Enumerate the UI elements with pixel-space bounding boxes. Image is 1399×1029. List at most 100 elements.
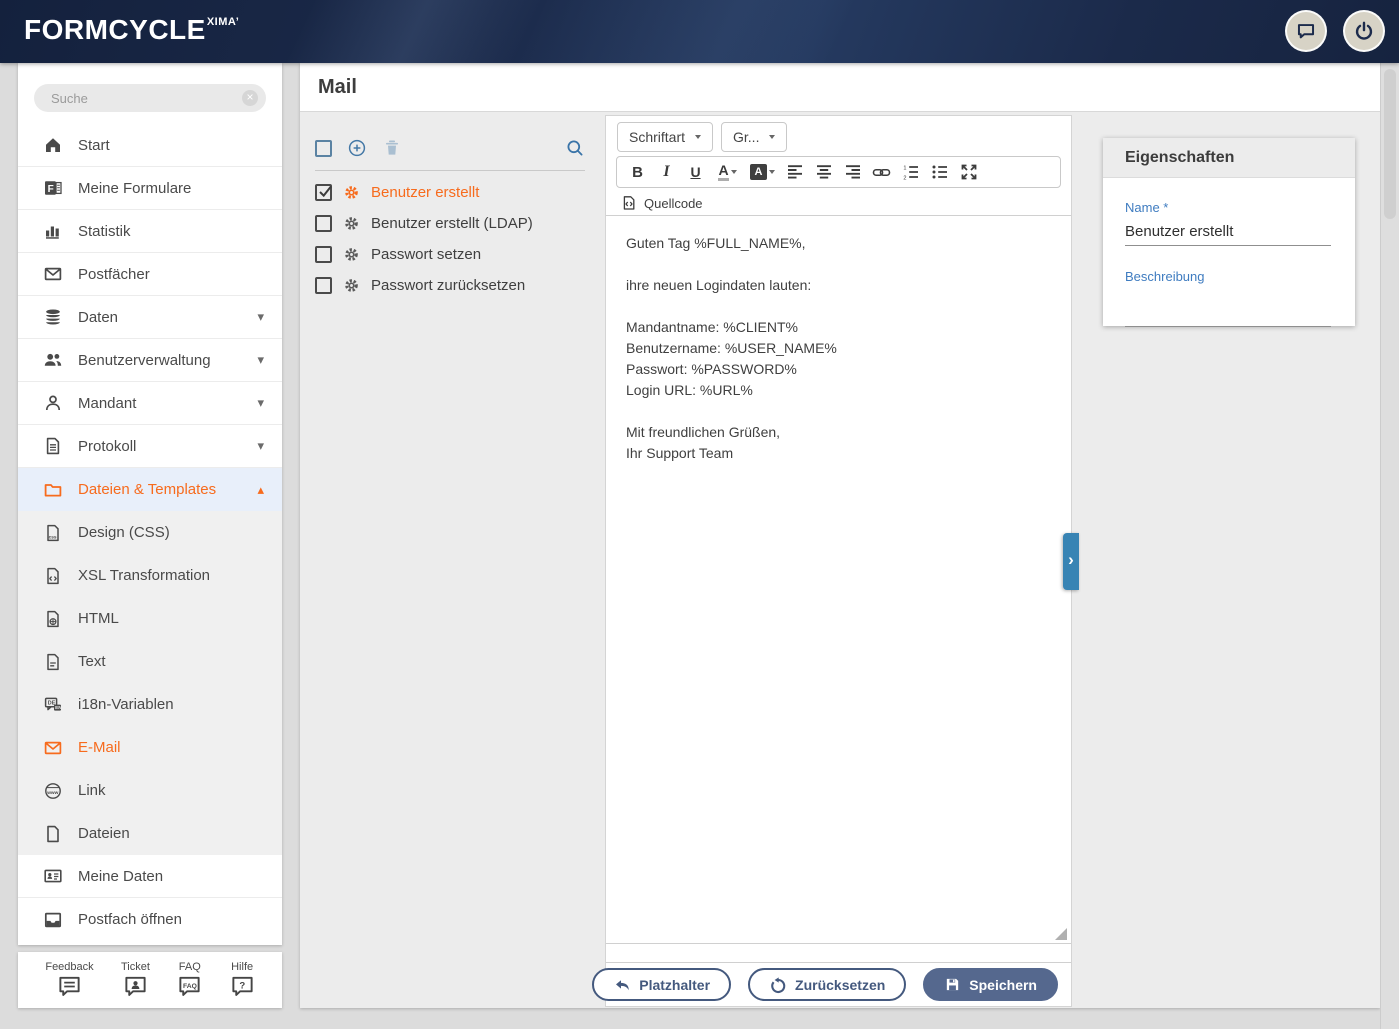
- folder-icon: [42, 480, 64, 500]
- feedback-button[interactable]: Feedback: [45, 961, 93, 999]
- font-size-dropdown[interactable]: Gr...: [721, 122, 787, 152]
- sidebar-item-meine-formulare[interactable]: F Meine Formulare: [18, 167, 282, 210]
- sidebar-item-text[interactable]: Text: [18, 640, 282, 683]
- logo-brand-sup: XIMA’: [207, 16, 239, 28]
- search-clear-icon[interactable]: ×: [242, 90, 258, 106]
- help-button[interactable]: Hilfe ?: [230, 961, 255, 999]
- search-templates-button[interactable]: [565, 138, 585, 158]
- sidebar-item-html[interactable]: HTML: [18, 597, 282, 640]
- link-icon: [872, 163, 891, 182]
- placeholder-button-label: Platzhalter: [639, 977, 710, 993]
- template-item-passwort-setzen[interactable]: Passwort setzen: [315, 239, 600, 270]
- sidebar-item-dateien[interactable]: Dateien: [18, 812, 282, 855]
- delete-template-button[interactable]: [382, 138, 402, 158]
- background-color-button[interactable]: A: [745, 159, 780, 185]
- maximize-button[interactable]: [954, 159, 983, 185]
- gear-icon[interactable]: [343, 246, 360, 263]
- scrollbar-thumb[interactable]: [1384, 69, 1396, 219]
- italic-button[interactable]: I: [652, 159, 681, 185]
- svg-text:EN: EN: [55, 705, 62, 711]
- dropdown-caret-icon: [695, 135, 701, 139]
- page-scrollbar[interactable]: [1380, 63, 1399, 1029]
- svg-text:F: F: [48, 184, 54, 195]
- description-field[interactable]: [1125, 298, 1331, 327]
- users-icon: [42, 350, 64, 370]
- add-template-button[interactable]: [347, 138, 367, 158]
- source-code-icon: [621, 195, 637, 211]
- reset-button[interactable]: Zurücksetzen: [748, 968, 906, 1001]
- select-all-checkbox[interactable]: [315, 140, 332, 157]
- sidebar-item-start[interactable]: Start: [18, 124, 282, 167]
- properties-panel: Eigenschaften Name * Beschreibung: [1103, 138, 1355, 326]
- save-button[interactable]: Speichern: [923, 968, 1058, 1001]
- align-left-icon: [786, 163, 804, 181]
- resize-handle[interactable]: [1055, 928, 1067, 940]
- logout-button[interactable]: [1343, 10, 1385, 52]
- text-color-icon: A: [718, 163, 728, 181]
- gear-icon[interactable]: [343, 277, 360, 294]
- underline-button[interactable]: U: [681, 159, 710, 185]
- bold-button[interactable]: B: [623, 159, 652, 185]
- sidebar-item-label: Meine Daten: [78, 868, 163, 885]
- chevron-up-icon: ▴: [257, 482, 264, 498]
- item-checkbox[interactable]: [315, 215, 332, 232]
- template-item-benutzer-erstellt-ldap[interactable]: Benutzer erstellt (LDAP): [315, 208, 600, 239]
- properties-title: Eigenschaften: [1103, 138, 1355, 178]
- align-left-button[interactable]: [780, 159, 809, 185]
- feedback-chat-button[interactable]: [1285, 10, 1327, 52]
- gear-icon[interactable]: [343, 215, 360, 232]
- ordered-list-icon: 12: [902, 163, 920, 181]
- font-size-label: Gr...: [733, 129, 759, 145]
- www-globe-icon: www: [42, 781, 64, 801]
- align-center-button[interactable]: [809, 159, 838, 185]
- item-checkbox-checked[interactable]: [315, 184, 332, 201]
- maximize-icon: [960, 163, 978, 181]
- placeholder-button[interactable]: Platzhalter: [592, 968, 731, 1001]
- bullet-list-button[interactable]: [925, 159, 954, 185]
- sidebar-item-label: Protokoll: [78, 438, 136, 455]
- template-item-passwort-zuruecksetzen[interactable]: Passwort zurücksetzen: [315, 270, 600, 301]
- sidebar-item-link[interactable]: www Link: [18, 769, 282, 812]
- ordered-list-button[interactable]: 12: [896, 159, 925, 185]
- text-color-button[interactable]: A: [710, 159, 745, 185]
- item-checkbox[interactable]: [315, 246, 332, 263]
- sidebar-item-dateien-templates[interactable]: Dateien & Templates ▴: [18, 468, 282, 511]
- name-field[interactable]: [1125, 217, 1331, 246]
- sidebar-item-label: Dateien & Templates: [78, 481, 216, 498]
- bold-icon: B: [632, 164, 643, 181]
- collapse-panel-handle[interactable]: ›: [1063, 533, 1079, 590]
- template-item-label: Benutzer erstellt (LDAP): [371, 215, 533, 232]
- gear-icon[interactable]: [343, 184, 360, 201]
- item-checkbox[interactable]: [315, 277, 332, 294]
- sidebar-item-xsl-transformation[interactable]: XSL Transformation: [18, 554, 282, 597]
- database-icon: [42, 307, 64, 327]
- template-item-label: Passwort zurücksetzen: [371, 277, 525, 294]
- align-right-button[interactable]: [838, 159, 867, 185]
- template-item-label: Passwort setzen: [371, 246, 481, 263]
- sidebar-item-label: Meine Formulare: [78, 180, 191, 197]
- sidebar-item-email[interactable]: E-Mail: [18, 726, 282, 769]
- ticket-button[interactable]: Ticket: [121, 961, 150, 999]
- mail-body-editor[interactable]: Guten Tag %FULL_NAME%, ihre neuen Logind…: [606, 212, 1071, 944]
- sidebar-item-i18n-variablen[interactable]: DEEN i18n-Variablen: [18, 683, 282, 726]
- svg-text:FAQ: FAQ: [183, 983, 197, 990]
- page-title: Mail: [318, 76, 357, 99]
- sidebar-item-mandant[interactable]: Mandant ▾: [18, 382, 282, 425]
- template-item-benutzer-erstellt[interactable]: Benutzer erstellt: [315, 177, 600, 208]
- sidebar-item-postfach-oeffnen[interactable]: Postfach öffnen: [18, 898, 282, 941]
- reply-arrow-icon: [613, 976, 631, 994]
- insert-link-button[interactable]: [867, 159, 896, 185]
- sidebar-item-postfaecher[interactable]: Postfächer: [18, 253, 282, 296]
- help-bubble-icon: ?: [230, 974, 255, 999]
- sidebar-item-benutzerverwaltung[interactable]: Benutzerverwaltung ▾: [18, 339, 282, 382]
- faq-button[interactable]: FAQ FAQ: [177, 961, 202, 999]
- font-family-dropdown[interactable]: Schriftart: [617, 122, 713, 152]
- sidebar-item-label: HTML: [78, 610, 119, 627]
- sidebar-item-design-css[interactable]: css Design (CSS): [18, 511, 282, 554]
- inbox-icon: [42, 910, 64, 930]
- sidebar-item-statistik[interactable]: Statistik: [18, 210, 282, 253]
- sidebar-item-meine-daten[interactable]: Meine Daten: [18, 855, 282, 898]
- sidebar-item-protokoll[interactable]: Protokoll ▾: [18, 425, 282, 468]
- search-input[interactable]: [34, 84, 266, 112]
- sidebar-item-daten[interactable]: Daten ▾: [18, 296, 282, 339]
